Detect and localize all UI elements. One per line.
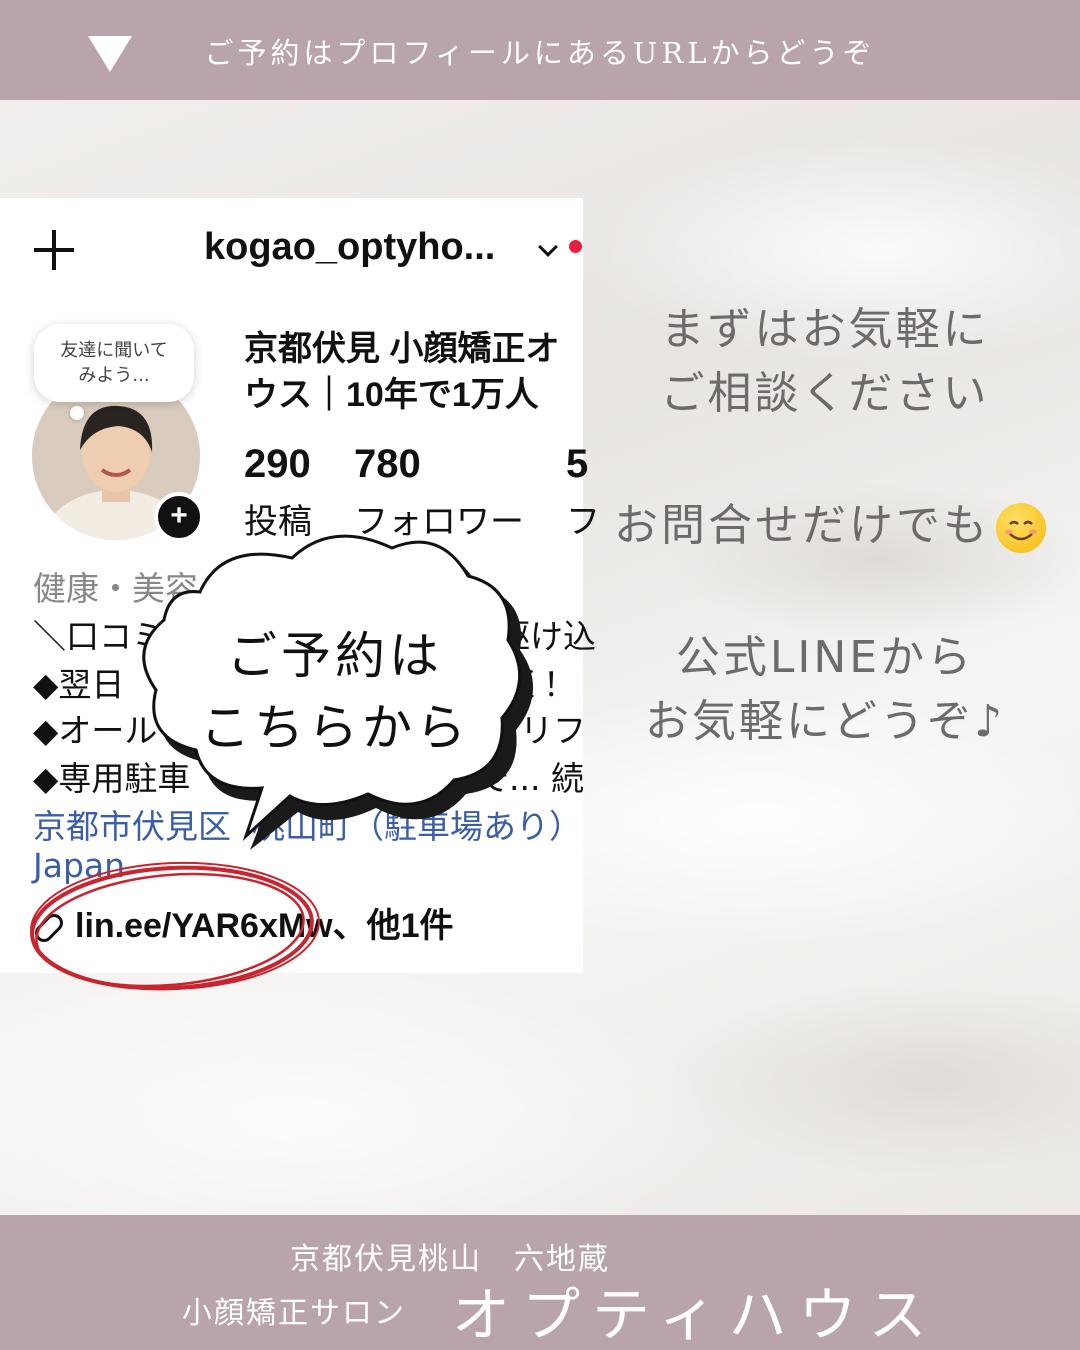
message-line5: お気軽にどうぞ♪ [644, 696, 1006, 747]
message-line2: ご相談ください [660, 368, 990, 419]
message-line4: 公式LINEから [675, 632, 975, 683]
salon-tagline: 小顔矯正サロン [182, 1296, 406, 1331]
message-line3: お問合せだけでも [614, 500, 990, 551]
message-line1: まずはお気軽に [660, 304, 990, 355]
message-line3-row: お問合せだけでも [600, 494, 1060, 558]
salon-brand-name: オプティハウス [452, 1281, 939, 1349]
speech-cloud-text: ご予約は こちらから [200, 620, 470, 764]
callout-line2: こちらから [200, 699, 470, 757]
callout-line1: ご予約は [227, 627, 443, 685]
smiling-face-icon [996, 503, 1046, 553]
